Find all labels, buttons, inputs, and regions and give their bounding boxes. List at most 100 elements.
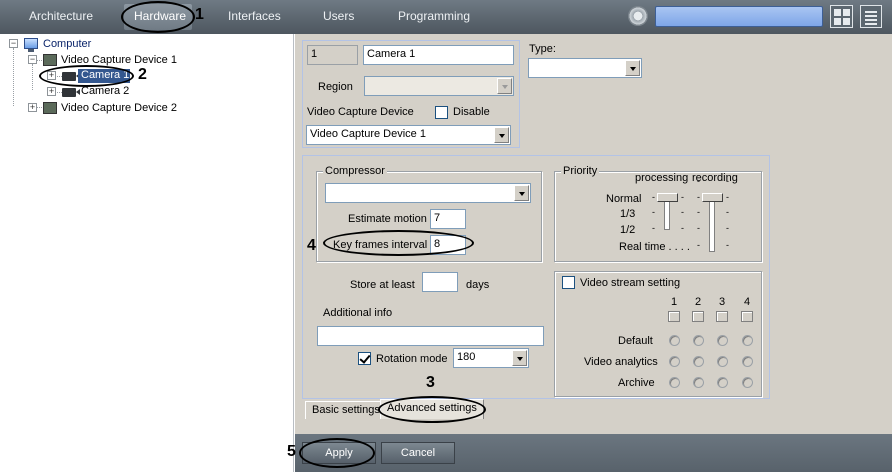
slider-tick: - — [681, 207, 684, 217]
radio-default-3[interactable] — [717, 335, 728, 346]
tab-users[interactable]: Users — [323, 9, 354, 23]
slider-tick: - — [697, 207, 700, 217]
stream-toggle-4[interactable] — [741, 311, 753, 322]
compressor-legend: Compressor — [323, 165, 387, 177]
video-stream-checkbox[interactable] — [562, 276, 575, 289]
expand-vcd2[interactable]: + — [28, 103, 37, 112]
slider-tick: - — [697, 176, 700, 186]
slider-tick: - — [726, 223, 729, 233]
stream-toggle-1[interactable] — [668, 311, 680, 322]
disable-checkbox[interactable] — [435, 106, 448, 119]
radio-default-4[interactable] — [742, 335, 753, 346]
vcd-label: Video Capture Device — [307, 106, 414, 118]
stream-row-archive: Archive — [618, 377, 655, 389]
stream-col-3: 3 — [719, 296, 726, 308]
slider-tick: - — [652, 223, 655, 233]
computer-icon — [24, 38, 38, 52]
store-days-field[interactable] — [422, 272, 458, 292]
tab-architecture[interactable]: Architecture — [29, 9, 93, 23]
settings-gear-icon[interactable] — [628, 6, 648, 26]
priority-one-third: 1/3 — [620, 208, 636, 220]
radio-default-1[interactable] — [669, 335, 680, 346]
radio-analytics-2[interactable] — [693, 356, 704, 367]
slider-tick: - — [652, 192, 655, 202]
callout-oval-hardware — [121, 1, 195, 33]
radio-archive-3[interactable] — [717, 377, 728, 388]
priority-normal: Normal — [606, 193, 642, 205]
radio-analytics-1[interactable] — [669, 356, 680, 367]
camera-icon — [62, 88, 80, 97]
callout-oval-apply — [299, 438, 375, 468]
radio-analytics-4[interactable] — [742, 356, 753, 367]
slider-tick: - — [726, 207, 729, 217]
slider-tick: - — [726, 240, 729, 250]
store-label: Store at least — [350, 279, 415, 291]
callout-number-3: 3 — [426, 374, 435, 391]
processing-label: processing — [635, 172, 689, 184]
slider-tick: - — [681, 192, 684, 202]
callout-number-4: 4 — [307, 237, 316, 254]
recording-slider-thumb[interactable] — [702, 193, 723, 202]
radio-archive-2[interactable] — [693, 377, 704, 388]
radio-analytics-3[interactable] — [717, 356, 728, 367]
callout-number-1: 1 — [195, 6, 204, 23]
estimate-motion-field[interactable]: 7 — [430, 209, 466, 229]
compressor-select[interactable] — [325, 183, 531, 203]
video-stream-label: Video stream setting — [580, 277, 681, 289]
callout-oval-keyframes — [323, 230, 474, 256]
tab-basic-settings[interactable]: Basic settings — [305, 401, 387, 419]
tab-interfaces[interactable]: Interfaces — [228, 9, 281, 23]
rotation-mode-select[interactable]: 180 — [453, 348, 529, 368]
stream-toggle-3[interactable] — [716, 311, 728, 322]
radio-archive-1[interactable] — [669, 377, 680, 388]
camera-name-field[interactable]: Camera 1 — [363, 45, 514, 65]
priority-realtime: Real time . . . . — [619, 241, 690, 253]
tree-node-computer[interactable]: Computer — [43, 38, 91, 50]
recording-slider-track — [709, 194, 715, 252]
hardware-tree — [2, 34, 294, 472]
slider-tick: - — [681, 223, 684, 233]
callout-oval-advanced — [378, 396, 486, 423]
stream-row-default: Default — [618, 335, 653, 347]
callout-oval-camera1 — [39, 65, 134, 87]
search-input[interactable] — [655, 6, 823, 27]
region-label: Region — [318, 81, 353, 93]
region-select[interactable] — [364, 76, 514, 96]
rotation-mode-checkbox[interactable] — [358, 352, 371, 365]
expand-camera2[interactable]: + — [47, 87, 56, 96]
slider-tick: - — [726, 192, 729, 202]
stream-row-analytics: Video analytics — [584, 356, 658, 368]
grid-view-icon[interactable] — [830, 5, 853, 28]
slider-tick: - — [697, 240, 700, 250]
additional-info-field[interactable] — [317, 326, 544, 346]
priority-one-half: 1/2 — [620, 224, 636, 236]
processing-slider-thumb[interactable] — [657, 193, 678, 202]
menu-list-icon[interactable] — [860, 5, 882, 28]
cancel-button[interactable]: Cancel — [381, 442, 455, 464]
radio-default-2[interactable] — [693, 335, 704, 346]
camera-number-field[interactable]: 1 — [307, 45, 358, 65]
rotation-mode-label: Rotation mode — [376, 353, 448, 365]
callout-number-5: 5 — [287, 443, 296, 460]
vcd-select[interactable]: Video Capture Device 1 — [306, 125, 511, 145]
tree-node-vcd2[interactable]: Video Capture Device 2 — [61, 102, 177, 114]
type-label: Type: — [529, 43, 556, 55]
capture-board-icon — [43, 54, 57, 66]
stream-col-2: 2 — [695, 296, 702, 308]
expand-vcd1[interactable]: − — [28, 55, 37, 64]
days-label: days — [466, 279, 490, 291]
tree-line — [13, 48, 14, 106]
radio-archive-4[interactable] — [742, 377, 753, 388]
stream-col-4: 4 — [744, 296, 751, 308]
tree-line — [32, 64, 33, 90]
video-stream-group — [554, 271, 762, 397]
tab-programming[interactable]: Programming — [398, 9, 470, 23]
slider-tick: - — [726, 176, 729, 186]
slider-tick: - — [697, 223, 700, 233]
stream-col-1: 1 — [671, 296, 678, 308]
callout-number-2: 2 — [138, 66, 147, 83]
stream-toggle-2[interactable] — [692, 311, 704, 322]
slider-tick: - — [652, 207, 655, 217]
expand-computer[interactable]: − — [9, 39, 18, 48]
type-select[interactable] — [528, 58, 642, 78]
